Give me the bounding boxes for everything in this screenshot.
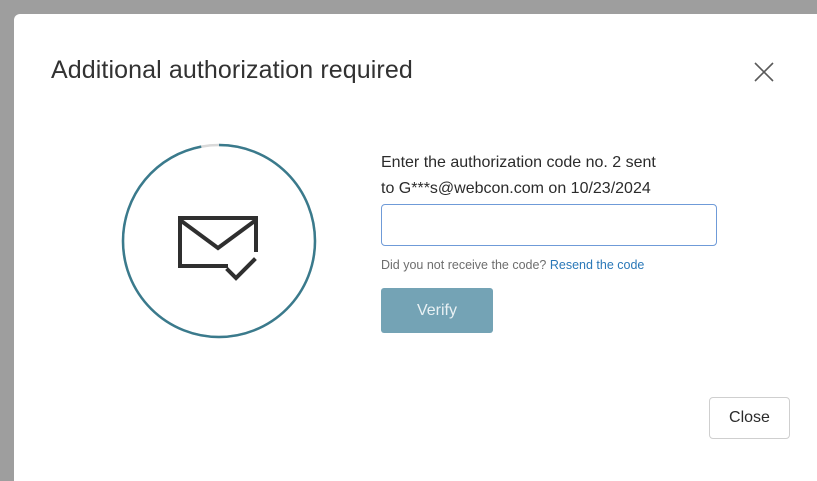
resend-prompt: Did you not receive the code? — [381, 258, 547, 272]
verify-button[interactable]: Verify — [381, 288, 493, 333]
instruction-line-2: to G***s@webcon.com on 10/23/2024 — [381, 180, 651, 197]
resend-code-link[interactable]: Resend the code — [550, 258, 645, 272]
authorization-code-input[interactable] — [381, 204, 717, 246]
instruction-text: Enter the authorization code no. 2 sent … — [381, 150, 726, 202]
close-button[interactable]: Close — [709, 397, 790, 439]
dialog-title: Additional authorization required — [51, 56, 413, 84]
resend-line: Did you not receive the code? Resend the… — [381, 258, 644, 272]
envelope-check-icon — [178, 216, 258, 281]
authorization-dialog: Additional authorization required Enter … — [14, 14, 817, 481]
instruction-line-1: Enter the authorization code no. 2 sent — [381, 154, 656, 171]
close-icon[interactable] — [752, 60, 776, 84]
